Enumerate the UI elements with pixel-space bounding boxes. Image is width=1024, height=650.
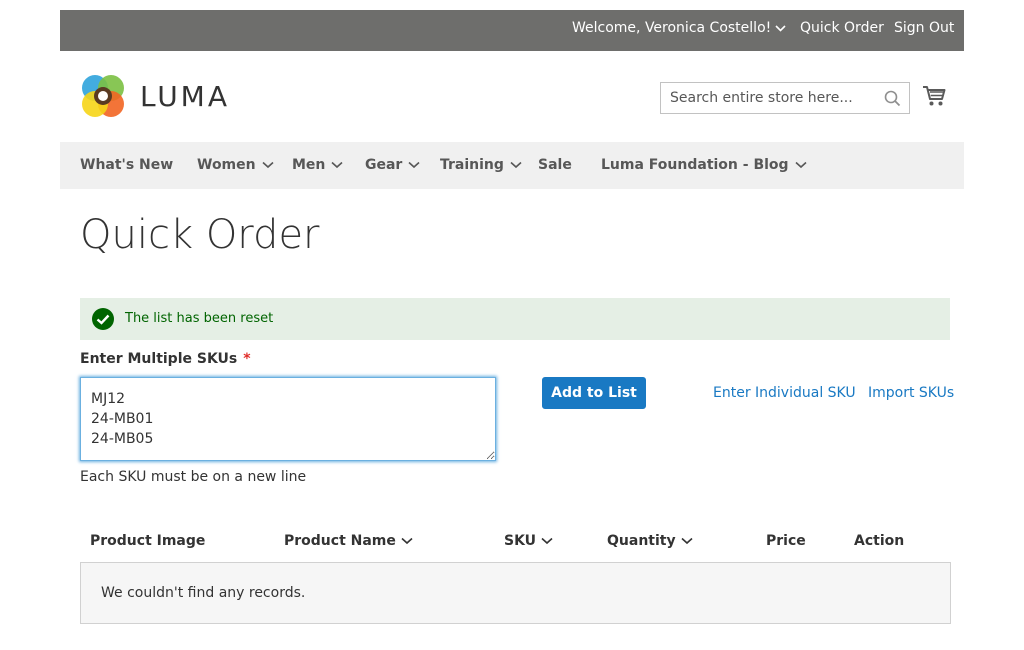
empty-records-box: We couldn't find any records.	[80, 562, 951, 624]
nav-item-label: Women	[197, 157, 256, 173]
chevron-down-icon	[262, 161, 274, 169]
sku-label-text: Enter Multiple SKUs	[80, 351, 238, 367]
chevron-down-icon	[408, 161, 420, 169]
success-message: The list has been reset	[80, 298, 950, 340]
nav-item-men[interactable]: Men	[292, 157, 343, 173]
welcome-menu[interactable]: Welcome, Veronica Costello!	[572, 20, 786, 36]
add-to-list-button[interactable]: Add to List	[542, 377, 646, 409]
success-check-icon	[92, 308, 114, 330]
chevron-down-icon	[775, 24, 786, 32]
column-header-label: Action	[854, 533, 905, 549]
required-mark: *	[243, 351, 251, 367]
column-header-label: Quantity	[607, 533, 676, 549]
message-text: The list has been reset	[125, 311, 274, 326]
column-header-product-name[interactable]: Product Name	[284, 533, 413, 549]
search-box	[660, 82, 910, 114]
column-header-label: Price	[766, 533, 806, 549]
nav-item-sale[interactable]: Sale	[538, 157, 572, 173]
chevron-down-icon	[401, 537, 413, 545]
nav-item-label: Men	[292, 157, 326, 173]
nav-item-label: What's New	[80, 157, 174, 173]
column-header-label: Product Image	[90, 533, 206, 549]
column-header-quantity[interactable]: Quantity	[607, 533, 693, 549]
search-input[interactable]	[661, 83, 871, 113]
sku-field-label: Enter Multiple SKUs *	[80, 351, 251, 367]
column-header-product-image: Product Image	[90, 533, 205, 549]
nav-item-label: Sale	[538, 157, 572, 173]
welcome-text: Welcome, Veronica Costello!	[572, 20, 772, 36]
nav-item-label: Gear	[365, 157, 403, 173]
nav-item-label: Training	[440, 157, 504, 173]
luma-logo-icon	[81, 75, 124, 117]
chevron-down-icon	[795, 161, 807, 169]
top-bar: Welcome, Veronica Costello! Quick Order …	[60, 10, 964, 51]
nav-item-gear[interactable]: Gear	[365, 157, 420, 173]
sign-out-link[interactable]: Sign Out	[894, 20, 954, 36]
logo[interactable]: LUMA	[80, 73, 230, 119]
main-navigation: What's New Women Men Gear Training Sale …	[60, 142, 964, 189]
page-title: Quick Order	[80, 212, 320, 258]
column-header-price: Price	[766, 533, 806, 549]
chevron-down-icon	[510, 161, 522, 169]
search-icon[interactable]	[884, 90, 901, 107]
column-header-action: Action	[854, 533, 904, 549]
import-skus-link[interactable]: Import SKUs	[868, 385, 954, 401]
chevron-down-icon	[541, 537, 553, 545]
column-header-label: Product Name	[284, 533, 396, 549]
nav-item-label: Luma Foundation - Blog	[601, 157, 789, 173]
cart-icon[interactable]	[922, 85, 946, 107]
quick-order-link[interactable]: Quick Order	[800, 20, 884, 36]
nav-item-luma-foundation-blog[interactable]: Luma Foundation - Blog	[601, 157, 807, 173]
sku-field-note: Each SKU must be on a new line	[80, 469, 307, 485]
logo-text: LUMA	[139, 79, 230, 113]
multiple-sku-textarea[interactable]	[80, 377, 496, 461]
enter-individual-sku-link[interactable]: Enter Individual SKU	[713, 385, 856, 401]
nav-item-whats-new[interactable]: What's New	[80, 157, 173, 173]
empty-records-text: We couldn't find any records.	[101, 585, 306, 601]
chevron-down-icon	[331, 161, 343, 169]
nav-item-training[interactable]: Training	[440, 157, 522, 173]
nav-item-women[interactable]: Women	[197, 157, 274, 173]
column-header-sku[interactable]: SKU	[504, 533, 553, 549]
chevron-down-icon	[681, 537, 693, 545]
column-header-label: SKU	[504, 533, 537, 549]
